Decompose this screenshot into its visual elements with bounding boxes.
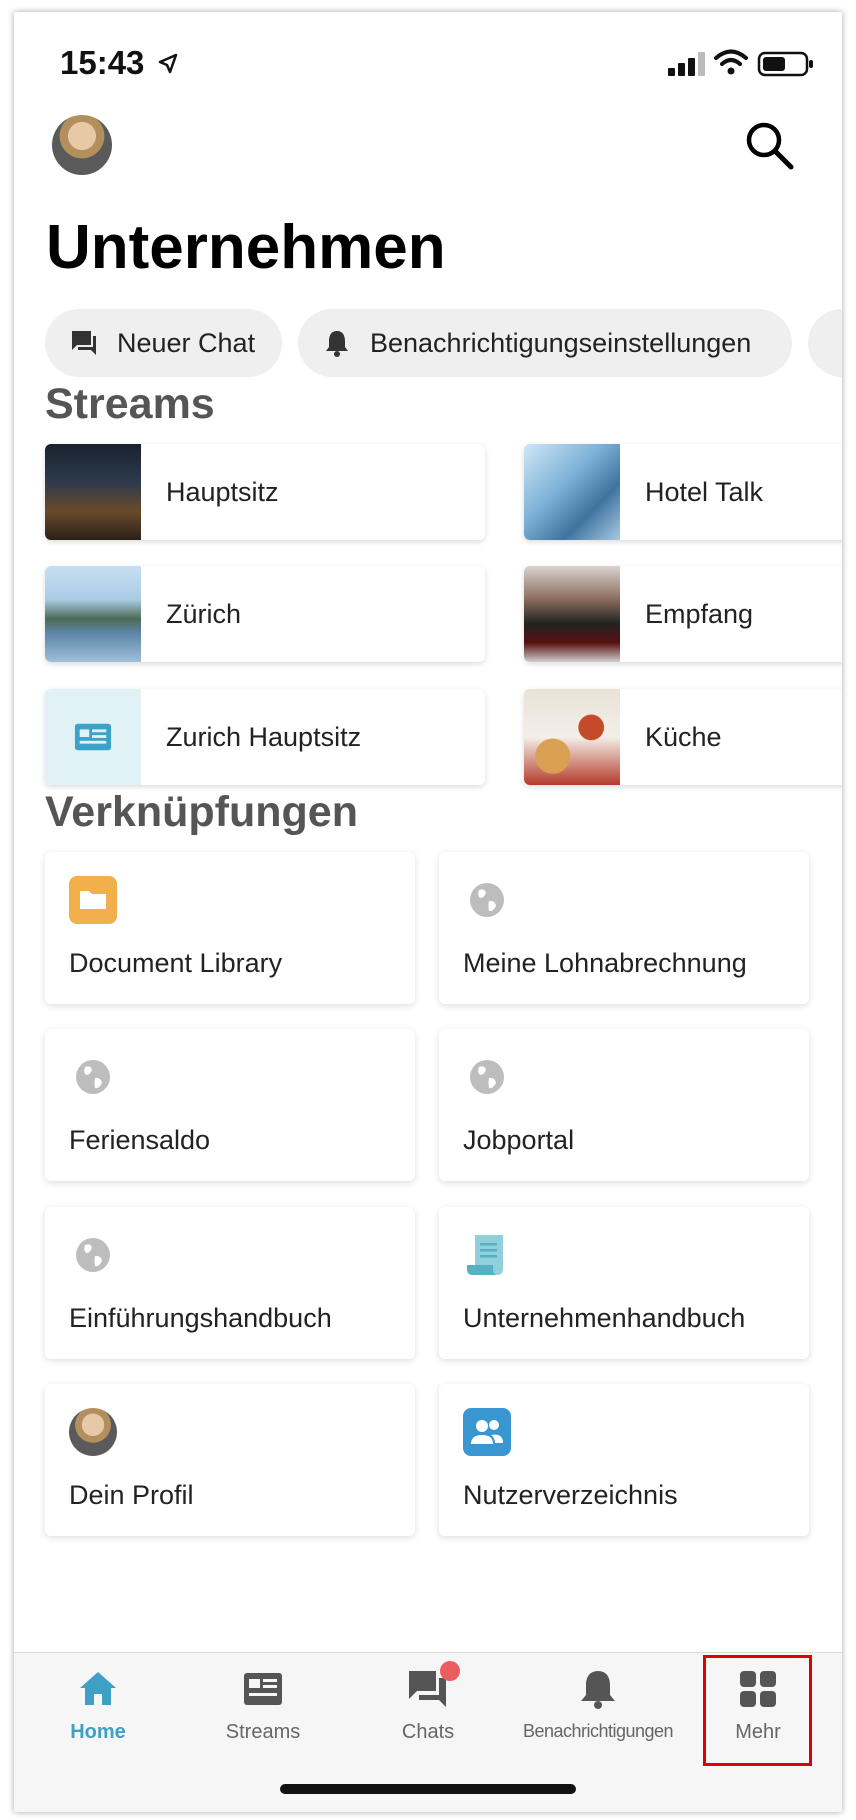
shortcut-document-library[interactable]: Document Library (45, 852, 415, 1004)
more-actions-chip[interactable] (808, 309, 842, 377)
stream-thumbnail (524, 689, 620, 785)
home-indicator (280, 1784, 576, 1794)
home-icon (80, 1672, 116, 1705)
stream-card-zurich-hauptsitz[interactable]: Zurich Hauptsitz (45, 689, 485, 785)
tab-streams[interactable]: Streams (179, 1667, 347, 1767)
stream-label: Zürich (166, 598, 242, 629)
chat-bubble-icon (72, 331, 96, 355)
stream-thumbnail (524, 444, 620, 540)
search-icon[interactable] (743, 119, 795, 171)
shortcut-label: Unternehmenhandbuch (463, 1303, 746, 1333)
tab-home[interactable]: Home (14, 1667, 182, 1767)
globe-icon (76, 1238, 110, 1272)
new-chat-label: Neuer Chat (117, 327, 256, 358)
new-chat-button[interactable]: Neuer Chat (45, 309, 282, 377)
wifi-icon (714, 49, 748, 75)
shortcut-dein-profil[interactable]: Dein Profil (45, 1384, 415, 1536)
signal-icon (668, 52, 705, 76)
shortcut-label: Document Library (69, 948, 283, 978)
status-time: 15:43 (60, 44, 145, 81)
tab-label: Benachrichtigungen (522, 1721, 674, 1741)
shortcut-feriensaldo[interactable]: Feriensaldo (45, 1029, 415, 1181)
globe-icon (470, 1060, 504, 1094)
stream-label: Hotel Talk (645, 476, 764, 507)
bell-icon (581, 1671, 615, 1709)
highlight-box (703, 1655, 812, 1766)
battery-icon (757, 51, 813, 77)
stream-label: Hauptsitz (166, 476, 279, 507)
shortcut-label: Jobportal (463, 1125, 575, 1155)
avatar (69, 1408, 117, 1456)
globe-icon (470, 883, 504, 917)
stream-label: Zurich Hauptsitz (166, 721, 362, 752)
stream-card-hotel-talk[interactable]: Hotel Talk (524, 444, 842, 540)
stream-card-hauptsitz[interactable]: Hauptsitz (45, 444, 485, 540)
stream-card-icon (74, 723, 112, 751)
scroll-icon (467, 1235, 503, 1275)
page-title: Unternehmen (46, 213, 446, 282)
shortcut-label: Einführungshandbuch (69, 1303, 332, 1333)
stream-label: Empfang (645, 598, 754, 629)
notification-settings-button[interactable]: Benachrichtigungseinstellungen (298, 309, 792, 377)
shortcut-label: Meine Lohnabrechnung (463, 948, 747, 978)
stream-thumbnail (45, 689, 141, 785)
stream-thumbnail (524, 566, 620, 662)
stream-card-kueche[interactable]: Küche (524, 689, 842, 785)
stream-thumbnail (45, 444, 141, 540)
location-arrow-icon (158, 53, 178, 74)
stream-card-empfang[interactable]: Empfang (524, 566, 842, 662)
shortcut-nutzerverzeichnis[interactable]: Nutzerverzeichnis (439, 1384, 809, 1536)
shortcut-label: Feriensaldo (69, 1125, 211, 1155)
shortcut-einfuehrungshandbuch[interactable]: Einführungshandbuch (45, 1207, 415, 1359)
streams-section-title: Streams (45, 380, 215, 428)
unread-badge (440, 1661, 460, 1681)
shortcut-label: Dein Profil (69, 1480, 194, 1510)
app-screen: 15:43 Unternehmen Neuer Chat Benachricht… (14, 12, 842, 1812)
globe-icon (76, 1060, 110, 1094)
notification-settings-label: Benachrichtigungseinstellungen (370, 327, 752, 358)
stream-card-zurich[interactable]: Zürich (45, 566, 485, 662)
streams-icon (244, 1673, 282, 1705)
tab-benachrichtigungen[interactable]: Benachrichtigungen (508, 1667, 688, 1767)
avatar[interactable] (52, 115, 112, 175)
bell-icon (326, 331, 348, 357)
tab-label: Streams (225, 1721, 301, 1743)
shortcut-meine-lohnabrechnung[interactable]: Meine Lohnabrechnung (439, 852, 809, 1004)
tab-label: Chats (401, 1721, 455, 1743)
tab-chats[interactable]: Chats (344, 1661, 512, 1767)
shortcut-label: Nutzerverzeichnis (463, 1480, 678, 1510)
shortcut-unternehmenhandbuch[interactable]: Unternehmenhandbuch (439, 1207, 809, 1359)
stream-label: Küche (645, 721, 722, 752)
users-icon (463, 1408, 511, 1456)
stream-thumbnail (45, 566, 141, 662)
shortcut-jobportal[interactable]: Jobportal (439, 1029, 809, 1181)
shortcuts-section-title: Verknüpfungen (45, 788, 358, 836)
tab-label: Home (70, 1721, 126, 1743)
folder-icon (69, 876, 117, 924)
